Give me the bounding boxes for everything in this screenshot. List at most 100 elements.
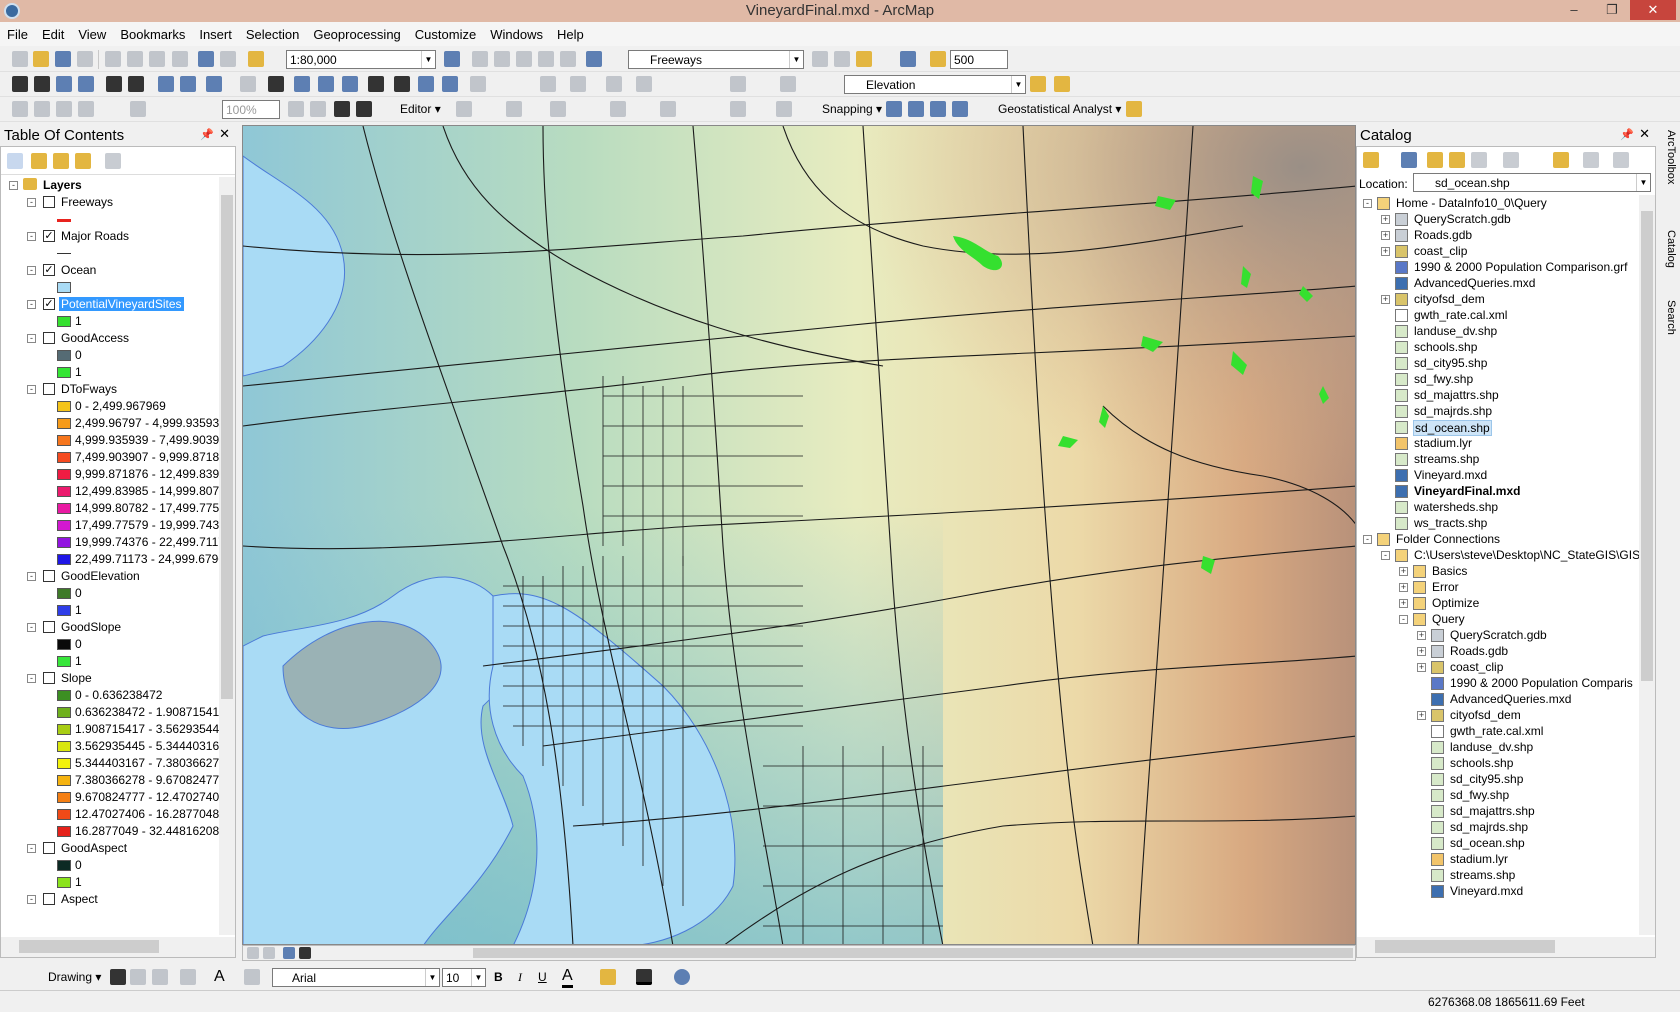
catalog-item[interactable]: sd_majattrs.shp [1357,803,1639,820]
layer-visibility-checkbox[interactable] [43,672,55,684]
toc-options-icon[interactable] [105,153,121,169]
catalog-item[interactable]: Vineyard.mxd [1357,467,1639,484]
change-layout-icon[interactable] [130,101,146,117]
catalog-item[interactable]: + cityofsd_dem [1357,707,1639,724]
toc-layer-row[interactable]: - Aspect [1,891,221,908]
utility-network-icon[interactable] [730,76,746,92]
chevron-down-icon[interactable]: ▼ [425,969,439,986]
catalog-tab[interactable]: Catalog [1661,230,1677,268]
list-by-drawing-order-icon[interactable] [7,153,23,169]
contour-icon[interactable] [1030,76,1046,92]
network-icon[interactable] [636,76,652,92]
legend-class-row[interactable]: 1.908715417 - 3.562935444 [1,721,221,738]
catalog-item[interactable]: - Folder Connections [1357,531,1639,548]
expand-toggle[interactable]: + [1399,583,1408,592]
catalog-item[interactable]: + Basics [1357,563,1639,580]
menu-geoprocessing[interactable]: Geoprocessing [306,22,407,47]
arctoolbox-icon[interactable] [538,51,554,67]
catalog-item-label[interactable]: watersheds.shp [1413,500,1499,514]
snapping-menu[interactable]: Snapping ▾ [822,102,882,116]
catalog-item[interactable]: + Error [1357,579,1639,596]
rectangle-icon[interactable] [180,969,196,985]
chevron-down-icon[interactable]: ▼ [1011,76,1025,93]
layer-name[interactable]: GoodAspect [59,841,129,855]
catalog-item-label[interactable]: C:\Users\steve\Desktop\NC_StateGIS\GIS [1413,548,1639,562]
catalog-item-label[interactable]: Roads.gdb [1413,228,1473,242]
legend-class-row[interactable]: 9,999.871876 - 12,499.83984 [1,466,221,483]
fill-color-icon[interactable] [600,969,616,985]
catalog-item-label[interactable]: Error [1431,580,1460,594]
catalog-item-label[interactable]: sd_majattrs.shp [1413,388,1500,402]
map-scale-combo[interactable]: 1:80,000 ▼ [286,50,436,69]
toggle-draft-icon[interactable] [288,101,304,117]
split-tool-icon[interactable] [610,101,626,117]
measure-icon[interactable] [368,76,384,92]
collapse-toggle[interactable]: - [27,232,36,241]
layer-visibility-checkbox[interactable]: ✓ [43,298,55,310]
search-window-icon[interactable] [516,51,532,67]
cut-icon[interactable] [105,51,121,67]
close-button[interactable]: ✕ [1630,0,1676,20]
legend-class-row[interactable] [1,245,221,262]
catalog-item[interactable]: stadium.lyr [1357,435,1639,452]
catalog-item[interactable]: + Optimize [1357,595,1639,612]
toc-layer-row[interactable]: - DToFways [1,381,221,398]
expand-toggle[interactable]: + [1399,567,1408,576]
collapse-toggle[interactable]: - [27,895,36,904]
catalog-item-label[interactable]: cityofsd_dem [1449,708,1522,722]
toc-layer-row[interactable]: - ✓ Major Roads [1,228,221,245]
georef-icon[interactable] [540,76,556,92]
clear-selection-icon[interactable] [240,76,256,92]
pause-drawing-icon[interactable] [299,947,311,959]
chevron-down-icon[interactable]: ▼ [421,51,435,68]
catalog-tree-icon[interactable] [1583,152,1599,168]
catalog-item-label[interactable]: Roads.gdb [1449,644,1509,658]
legend-class-row[interactable]: 19,999.74376 - 22,499.71172 [1,534,221,551]
editor-toolbar-icon[interactable] [444,51,460,67]
catalog-item[interactable]: Vineyard.mxd [1357,883,1639,900]
catalog-item[interactable]: sd_city95.shp [1357,355,1639,372]
map-horizontal-scrollbar[interactable] [473,948,1353,958]
catalog-item-label[interactable]: VineyardFinal.mxd [1413,484,1521,498]
zoom-to-selected-icon[interactable] [152,969,168,985]
catalog-item[interactable]: gwth_rate.cal.xml [1357,307,1639,324]
collapse-toggle[interactable]: - [27,572,36,581]
collapse-toggle[interactable]: - [27,334,36,343]
legend-class-row[interactable]: 0 - 0.636238472 [1,687,221,704]
italic-button[interactable]: I [518,970,522,985]
expand-toggle[interactable]: + [1417,647,1426,656]
rotate-icon[interactable] [130,969,146,985]
pan-icon[interactable] [56,76,72,92]
marker-color-icon[interactable] [674,969,690,985]
list-by-source-icon[interactable] [31,153,47,169]
catalog-item-label[interactable]: sd_city95.shp [1449,772,1524,786]
straight-segment-icon[interactable] [506,101,522,117]
elevation-layer-combo[interactable]: Elevation ▼ [844,75,1026,94]
layer-visibility-checkbox[interactable] [43,196,55,208]
toggle-contents-icon[interactable] [1471,152,1487,168]
zoom-to-100-icon[interactable] [34,101,50,117]
catalog-item-label[interactable]: sd_ocean.shp [1413,420,1492,436]
vertex-snapping-icon[interactable] [930,101,946,117]
legend-class-row[interactable]: 12,499.83985 - 14,999.80781 [1,483,221,500]
catalog-item-label[interactable]: schools.shp [1413,340,1478,354]
catalog-item-label[interactable]: Folder Connections [1395,532,1501,546]
layer-name[interactable]: GoodAccess [59,331,131,345]
catalog-item[interactable]: watersheds.shp [1357,499,1639,516]
scroll-thumb[interactable] [19,940,159,953]
hyperlink-icon[interactable] [318,76,334,92]
legend-class-row[interactable]: 1 [1,602,221,619]
catalog-item-label[interactable]: AdvancedQueries.mxd [1449,692,1572,706]
legend-class-row[interactable]: 1 [1,364,221,381]
expand-toggle[interactable]: + [1417,631,1426,640]
catalog-item[interactable]: schools.shp [1357,755,1639,772]
catalog-item-label[interactable]: AdvancedQueries.mxd [1413,276,1536,290]
legend-class-row[interactable] [1,279,221,296]
catalog-item-label[interactable]: sd_fwy.shp [1413,372,1474,386]
connect-folder-icon[interactable] [1553,152,1569,168]
legend-class-row[interactable]: 1 [1,874,221,891]
layout-template-icon[interactable] [356,101,372,117]
layer-name[interactable]: GoodSlope [59,620,123,634]
zoom-out-icon[interactable] [34,76,50,92]
toc-layer-row[interactable]: - GoodSlope [1,619,221,636]
